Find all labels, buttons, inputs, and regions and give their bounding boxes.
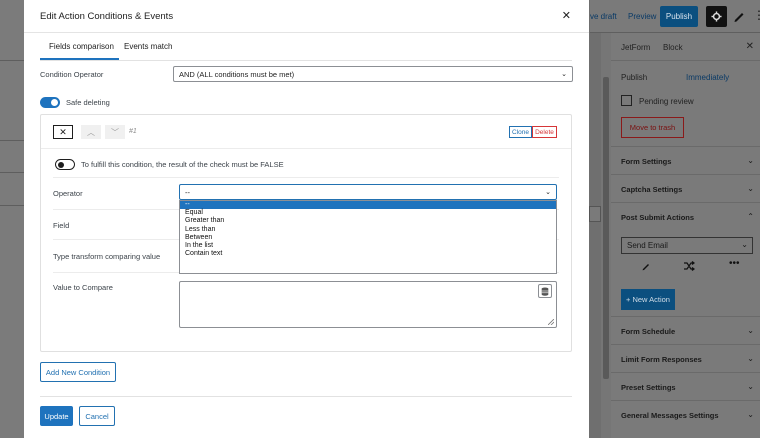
row-divider: [53, 177, 559, 178]
dropdown-option[interactable]: Less than: [180, 226, 556, 234]
panel-post-submit-actions[interactable]: Post Submit Actions ⌃ Send Email ⌄ ••• + N…: [611, 202, 760, 328]
edit-pencil-icon[interactable]: [732, 9, 746, 23]
dropdown-option[interactable]: In the list: [180, 242, 556, 250]
safe-deleting-toggle[interactable]: [40, 97, 60, 108]
update-button[interactable]: Update: [40, 406, 73, 426]
chevron-down-icon: ⌄: [747, 326, 754, 335]
panel-title: Form Schedule: [621, 327, 676, 336]
condition-header: ✕ ︿ ﹀ #1 Clone Delete: [41, 115, 571, 149]
condition-operator-select[interactable]: AND (ALL conditions must be met) ⌄: [173, 66, 573, 82]
panel-title: Limit Form Responses: [621, 355, 702, 364]
panel-form-schedule[interactable]: Form Schedule ⌄: [611, 316, 760, 344]
panel-limit-form-responses[interactable]: Limit Form Responses ⌄: [611, 344, 760, 372]
editor-canvas-edge: [0, 0, 24, 438]
preview-link[interactable]: Preview: [628, 12, 656, 21]
dynamic-value-database-icon[interactable]: [538, 284, 552, 298]
fulfill-condition-text: To fulfill this condition, the result of…: [81, 160, 284, 169]
editor-divider: [0, 140, 24, 141]
operator-value: --: [185, 188, 190, 197]
chevron-down-icon: ⌄: [545, 189, 551, 196]
panel-title: Preset Settings: [621, 383, 676, 392]
safe-deleting-label: Safe deleting: [66, 98, 110, 107]
edit-conditions-modal: Edit Action Conditions & Events ✕ Fields…: [24, 0, 589, 438]
chevron-down-icon: ⌄: [747, 410, 754, 419]
operator-label: Operator: [53, 189, 83, 198]
chevron-up-icon: ⌃: [747, 212, 754, 221]
tab-fields-comparison[interactable]: Fields comparison: [49, 42, 114, 51]
panel-captcha-settings[interactable]: Captcha Settings ⌄: [611, 174, 760, 202]
edit-action-pencil-icon[interactable]: [641, 261, 651, 271]
pending-review-label: Pending review: [639, 97, 694, 106]
sidebar-close-icon[interactable]: ✕: [746, 41, 754, 52]
field-label: Field: [53, 221, 70, 230]
move-up-button[interactable]: ︿: [81, 125, 101, 139]
dropdown-option[interactable]: Between: [180, 234, 556, 242]
close-icon[interactable]: ✕: [562, 9, 571, 22]
footer-divider: [40, 396, 572, 397]
settings-gear-icon[interactable]: [706, 6, 727, 27]
clone-button[interactable]: Clone: [509, 126, 532, 138]
chevron-up-icon: ︿: [87, 127, 95, 137]
chevron-down-icon: ﹀: [111, 127, 119, 137]
operator-dropdown-list: -- Equal Greater than Less than Between …: [179, 200, 557, 274]
action-more-icon[interactable]: •••: [729, 258, 740, 269]
operator-select[interactable]: -- ⌄: [179, 184, 557, 200]
panel-title: Captcha Settings: [621, 185, 683, 194]
tab-events-match[interactable]: Events match: [124, 42, 172, 51]
panel-general-messages-settings[interactable]: General Messages Settings ⌄: [611, 400, 760, 428]
modal-header: Edit Action Conditions & Events ✕: [24, 0, 589, 33]
condition-operator-value: AND (ALL conditions must be met): [179, 70, 295, 79]
value-to-compare-textarea[interactable]: [179, 281, 557, 328]
chevron-down-icon: ⌄: [747, 184, 754, 193]
publish-button[interactable]: Publish: [660, 6, 698, 27]
panel-preset-settings[interactable]: Preset Settings ⌄: [611, 372, 760, 400]
add-new-condition-button[interactable]: Add New Condition: [40, 362, 116, 382]
delete-button[interactable]: Delete: [532, 126, 557, 138]
panel-title: Post Submit Actions: [621, 213, 695, 222]
dropdown-option[interactable]: Greater than: [180, 217, 556, 225]
chevron-down-icon: ⌄: [741, 240, 748, 249]
editor-divider: [0, 60, 24, 61]
pending-review-checkbox[interactable]: [621, 95, 632, 106]
chevron-down-icon: ⌄: [747, 156, 754, 165]
editor-sidebar: JetForm Block ✕ Publish Immediately Pend…: [611, 33, 760, 438]
editor-divider: [0, 205, 24, 206]
action-select-value: Send Email: [627, 241, 668, 250]
publish-label: Publish: [621, 73, 648, 82]
resize-handle-icon[interactable]: [548, 319, 554, 325]
fulfill-false-toggle[interactable]: [55, 159, 75, 170]
dropdown-option[interactable]: Equal: [180, 209, 556, 217]
panel-title: General Messages Settings: [621, 411, 719, 420]
condition-number: #1: [129, 128, 137, 135]
editor-divider: [0, 172, 24, 173]
panel-form-settings[interactable]: Form Settings ⌄: [611, 146, 760, 174]
remove-condition-button[interactable]: ✕: [53, 125, 73, 139]
publish-date-link[interactable]: Immediately: [686, 73, 729, 82]
chevron-down-icon: ⌄: [561, 71, 567, 78]
chevron-down-icon: ⌄: [747, 354, 754, 363]
action-select[interactable]: Send Email ⌄: [621, 237, 753, 254]
move-down-button[interactable]: ﹀: [105, 125, 125, 139]
save-draft-link[interactable]: ve draft: [590, 12, 617, 21]
conditions-shuffle-icon[interactable]: [683, 261, 695, 271]
scrollbar-thumb[interactable]: [603, 77, 609, 379]
chevron-down-icon: ⌄: [747, 382, 754, 391]
dropdown-option[interactable]: Contain text: [180, 250, 556, 258]
cancel-button[interactable]: Cancel: [79, 406, 115, 426]
transform-label: Type transform comparing value: [53, 252, 161, 261]
new-action-button[interactable]: + New Action: [621, 289, 675, 310]
more-options-icon[interactable]: ⋮: [753, 8, 760, 22]
modal-title: Edit Action Conditions & Events: [40, 11, 174, 22]
condition-operator-label: Condition Operator: [40, 70, 104, 79]
sidebar-tabs: JetForm Block ✕: [611, 33, 760, 61]
move-to-trash-button[interactable]: Move to trash: [621, 117, 684, 138]
panel-title: Form Settings: [621, 157, 672, 166]
dropdown-option[interactable]: --: [180, 201, 556, 210]
tab-block[interactable]: Block: [663, 43, 683, 52]
tab-jetform[interactable]: JetForm: [621, 43, 650, 52]
editor-field-edge: [589, 206, 601, 222]
tab-divider: [40, 60, 572, 61]
value-to-compare-label: Value to Compare: [53, 283, 113, 292]
